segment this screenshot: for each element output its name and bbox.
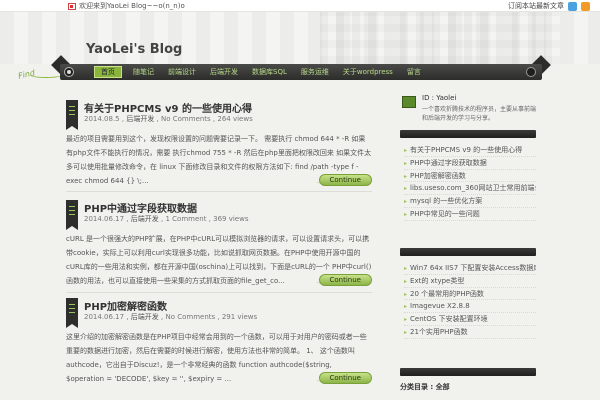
sidebar-link[interactable]: libs.useso.com_360网站卫士常用前端公共库CDN服务 [404,182,536,196]
header-pattern [320,12,560,64]
sidebar-link[interactable]: mysql 的一些优化方案 [404,195,536,208]
nav-item-guestbook[interactable]: 留言 [400,64,428,80]
post-badge-icon [66,298,78,328]
email-icon [68,2,76,10]
nav-home-icon[interactable] [64,67,74,77]
meta-separator: , [124,215,131,223]
post-category[interactable]: 后端开发 [131,215,159,223]
top-bar: 欢迎来到YaoLei Blog~~o(n_n)o 订阅本站最新文章 [0,0,600,12]
profile-id: ID : Yaolei [422,94,457,102]
post-comments[interactable]: 1 Comment [165,215,206,223]
subscribe-area: 订阅本站最新文章 [508,1,590,11]
profile-description: 一个喜欢折腾技术的程序员，主要从事前端和后端开发的学习与分享。 [422,106,537,122]
rss-icon[interactable] [581,1,590,11]
meta-separator: , [154,115,162,123]
find-swoosh [30,72,62,78]
nav-item-sql[interactable]: 数据库SQL [245,64,294,80]
sidebar-link[interactable]: 20 个最常用的PHP函数 [404,288,536,301]
profile-avatar-icon [402,96,416,108]
post-views: , 264 views [210,115,253,123]
post-comments[interactable]: No Comments [165,313,215,321]
nav-item-wordpress[interactable]: 关于wordpress [336,64,400,80]
post-comments[interactable]: No Comments [161,115,211,123]
social-icon[interactable] [568,1,577,11]
post-title[interactable]: 有关于PHPCMS v9 的一些使用心得 [84,100,252,115]
recent-posts-list: 有关于PHPCMS v9 的一些使用心得 PHP中通过字段获取数据 PHP加密解… [404,144,536,221]
popular-posts-header [400,248,536,256]
post-item: PHP加密解密函数 2014.06.17 , 后端开发 , No Comment… [66,298,372,390]
post-item: 有关于PHPCMS v9 的一些使用心得 2014.08.5 , 后端开发 , … [66,100,372,190]
main-nav: 首页 随笔记 前端设计 后端开发 数据库SQL 服务运维 关于wordpress… [60,64,542,80]
sidebar-link[interactable]: PHP中常见的一些问题 [404,208,536,221]
welcome-message: 欢迎来到YaoLei Blog~~o(n_n)o [68,1,185,11]
continue-button[interactable]: Continue [318,274,372,286]
post-divider [66,292,372,293]
post-meta: 2014.08.5 , 后端开发 , No Comments , 264 vie… [84,114,253,124]
nav-item-ops[interactable]: 服务运维 [294,64,336,80]
post-date: 2014.08.5 [84,115,120,123]
subscribe-text[interactable]: 订阅本站最新文章 [508,1,564,11]
popular-posts-list: Win7 64x IIS7 下配置安装Access数据库的问题 Ext的 xty… [404,262,536,339]
search-icon[interactable] [526,67,536,77]
post-views: , 291 views [215,313,258,321]
post-item: PHP中通过字段获取数据 2014.06.17 , 后端开发 , 1 Comme… [66,200,372,292]
sidebar-link[interactable]: 有关于PHPCMS v9 的一些使用心得 [404,144,536,157]
post-meta: 2014.06.17 , 后端开发 , No Comments , 291 vi… [84,312,257,322]
post-meta: 2014.06.17 , 后端开发 , 1 Comment , 369 view… [84,214,248,224]
categories-header [400,368,536,376]
post-category[interactable]: 后端开发 [131,313,159,321]
post-divider [66,191,372,192]
recent-posts-header [400,130,536,138]
post-views: , 369 views [206,215,249,223]
post-category[interactable]: 后端开发 [126,115,154,123]
sidebar-link[interactable]: Imagevue X2.8.8 [404,300,536,314]
nav-item-frontend[interactable]: 前端设计 [161,64,203,80]
sidebar-link[interactable]: 21个实用PHP函数 [404,326,536,339]
welcome-text: 欢迎来到YaoLei Blog~~o(n_n)o [79,2,185,10]
site-header: YaoLei's Blog [0,12,600,64]
meta-separator: , [124,313,131,321]
post-title[interactable]: PHP中通过字段获取数据 [84,200,197,215]
post-title[interactable]: PHP加密解密函数 [84,298,167,313]
nav-item-backend[interactable]: 后端开发 [203,64,245,80]
sidebar-link[interactable]: PHP加密解密函数 [404,170,536,183]
sidebar-link[interactable]: Win7 64x IIS7 下配置安装Access数据库的问题 [404,262,536,275]
post-date: 2014.06.17 [84,313,125,321]
site-title[interactable]: YaoLei's Blog [86,42,182,57]
nav-item-notes[interactable]: 随笔记 [126,64,161,80]
post-date: 2014.06.17 [84,215,125,223]
sidebar-link[interactable]: CentOS 下安装配置环境 [404,313,536,326]
post-badge-icon [66,200,78,230]
nav-item-home[interactable]: 首页 [94,66,122,78]
continue-button[interactable]: Continue [318,174,372,186]
sidebar-link[interactable]: Ext的 xtype类型 [404,275,536,288]
categories-label[interactable]: 分类目录 : 全部 [400,382,536,392]
continue-button[interactable]: Continue [318,372,372,384]
post-badge-icon [66,100,78,130]
sidebar-link[interactable]: PHP中通过字段获取数据 [404,157,536,170]
